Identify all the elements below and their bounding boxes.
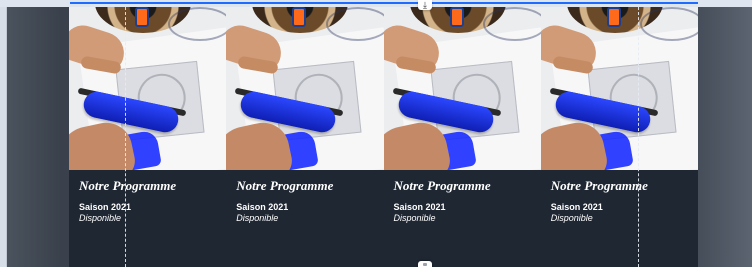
layout-guide-line (638, 7, 639, 267)
program-card[interactable]: Notre Programme Saison 2021 Disponible (69, 7, 227, 267)
card-season: Saison 2021 (236, 202, 289, 212)
printmaking-blue-roller-image (383, 7, 541, 170)
card-meta: Saison 2021 Disponible (394, 202, 539, 224)
editor-canvas: ⤓ Notre Programme Saison 2021 Disponible… (0, 0, 752, 267)
card-caption: Notre Programme Saison 2021 Disponible (551, 178, 696, 224)
selection-outline (70, 2, 698, 4)
card-title: Notre Programme (79, 178, 177, 193)
program-card[interactable]: Notre Programme Saison 2021 Disponible (383, 7, 541, 267)
download-icon[interactable]: ⤓ (418, 0, 432, 10)
printmaking-blue-roller-image (540, 7, 698, 170)
card-season: Saison 2021 (550, 202, 603, 212)
layout-guide-line (125, 7, 126, 267)
card-status: Disponible (550, 213, 593, 223)
card-meta: Saison 2021 Disponible (236, 202, 381, 224)
card-caption: Notre Programme Saison 2021 Disponible (394, 178, 539, 224)
card-season: Saison 2021 (79, 202, 132, 212)
card-status: Disponible (236, 213, 279, 223)
card-meta: Saison 2021 Disponible (551, 202, 696, 224)
program-card[interactable]: Notre Programme Saison 2021 Disponible (540, 7, 698, 267)
printmaking-blue-roller-image (226, 7, 384, 170)
card-title: Notre Programme (236, 178, 334, 193)
program-cards: Notre Programme Saison 2021 Disponible N… (69, 7, 698, 267)
card-season: Saison 2021 (393, 202, 446, 212)
top-selection-bar (0, 0, 752, 7)
program-card[interactable]: Notre Programme Saison 2021 Disponible (226, 7, 384, 267)
card-status: Disponible (79, 213, 122, 223)
left-panel-edge (0, 0, 7, 267)
printmaking-blue-roller-image (69, 7, 227, 170)
drag-handle-icon[interactable] (418, 261, 432, 267)
card-meta: Saison 2021 Disponible (79, 202, 224, 224)
card-caption: Notre Programme Saison 2021 Disponible (236, 178, 381, 224)
card-status: Disponible (393, 213, 436, 223)
card-caption: Notre Programme Saison 2021 Disponible (79, 178, 224, 224)
card-title: Notre Programme (550, 178, 648, 193)
card-title: Notre Programme (393, 178, 491, 193)
program-section[interactable]: Notre Programme Saison 2021 Disponible N… (69, 7, 698, 267)
